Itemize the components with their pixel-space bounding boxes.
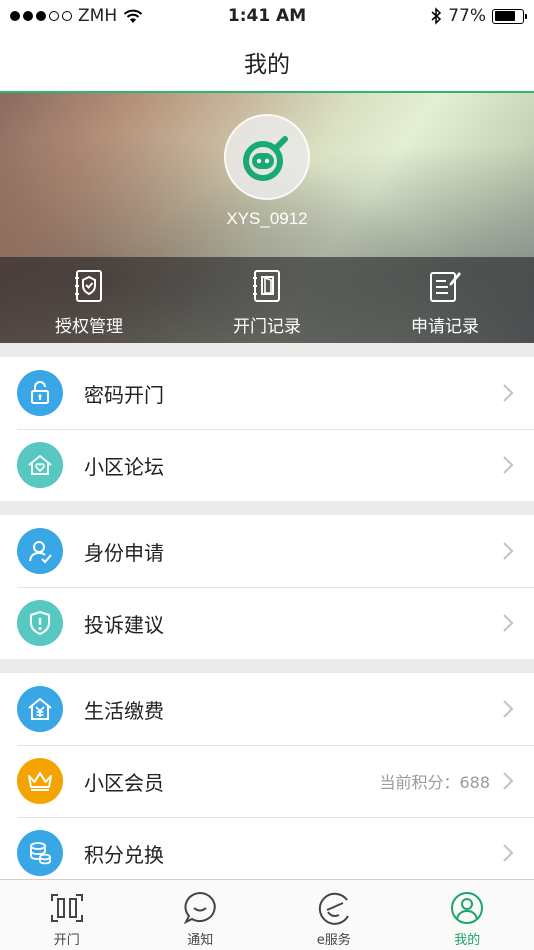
chevron-right-icon: [503, 384, 514, 402]
menu-group: 生活缴费 小区会员 当前积分：688 积分兑换: [0, 673, 534, 879]
chat-bubble-icon: [182, 890, 218, 926]
scan-door-icon: [49, 890, 85, 926]
menu-item-password-door[interactable]: 密码开门: [0, 357, 534, 429]
quick-action-label: 申请记录: [411, 317, 479, 337]
menu-item-membership[interactable]: 小区会员 当前积分：688: [0, 745, 534, 817]
menu-item-identity-apply[interactable]: 身份申请: [0, 515, 534, 587]
avatar[interactable]: [224, 114, 310, 200]
chevron-right-icon: [503, 456, 514, 474]
menu-item-label: 积分兑换: [84, 842, 164, 867]
menu-group: 密码开门 小区论坛: [0, 357, 534, 501]
status-right: 77%: [324, 6, 527, 26]
home-heart-icon: [17, 442, 63, 488]
quick-action-door-record[interactable]: 开门记录: [178, 257, 356, 343]
tab-e-service[interactable]: e服务: [267, 880, 401, 950]
battery-percent: 77%: [448, 6, 486, 26]
shield-alert-icon: [17, 600, 63, 646]
menu-item-points-exchange[interactable]: 积分兑换: [0, 817, 534, 879]
user-check-icon: [17, 528, 63, 574]
carrier-name: ZMH: [78, 6, 118, 26]
chevron-right-icon: [503, 772, 514, 790]
menu-group: 身份申请 投诉建议: [0, 515, 534, 659]
points-balance: 当前积分：688: [379, 773, 490, 792]
page-title: 我的: [244, 51, 290, 78]
menu-item-label: 小区论坛: [84, 454, 164, 479]
status-bar: ZMH 1:41 AM 77%: [0, 0, 534, 32]
quick-action-label: 授权管理: [55, 317, 123, 337]
username: XYS_0912: [226, 209, 308, 228]
key-logo-icon: [243, 136, 288, 181]
wifi-icon: [123, 9, 143, 23]
crown-icon: [17, 758, 63, 804]
auth-manage-icon: [71, 268, 107, 304]
quick-action-label: 开门记录: [233, 317, 301, 337]
bluetooth-icon: [431, 7, 442, 25]
menu-item-complaint[interactable]: 投诉建议: [0, 587, 534, 659]
battery-icon: [492, 8, 527, 24]
lock-open-icon: [17, 370, 63, 416]
tab-label: 通知: [187, 933, 214, 948]
quick-action-apply-record[interactable]: 申请记录: [356, 257, 534, 343]
house-yen-icon: [17, 686, 63, 732]
status-left: ZMH: [10, 6, 210, 26]
chevron-right-icon: [503, 844, 514, 862]
menu-item-label: 密码开门: [84, 382, 164, 407]
e-service-icon: [316, 890, 352, 926]
apply-record-icon: [427, 268, 463, 304]
coins-icon: [17, 830, 63, 876]
user-profile-icon: [449, 890, 485, 926]
chevron-right-icon: [503, 542, 514, 560]
quick-actions: 授权管理 开门记录 申请记录: [0, 257, 534, 343]
status-time: 1:41 AM: [227, 6, 307, 26]
quick-action-auth-manage[interactable]: 授权管理: [0, 257, 178, 343]
tab-notifications[interactable]: 通知: [134, 880, 268, 950]
tab-label: 我的: [454, 933, 481, 948]
tab-label: e服务: [316, 933, 351, 948]
chevron-right-icon: [503, 614, 514, 632]
door-record-icon: [249, 268, 285, 304]
tab-open-door[interactable]: 开门: [0, 880, 134, 950]
menu-item-label: 身份申请: [84, 540, 164, 565]
menu-item-label: 投诉建议: [84, 612, 164, 637]
nav-bar: 我的: [0, 32, 534, 93]
tab-bar: 开门 通知 e服务 我的: [0, 879, 534, 950]
signal-strength-icon: [10, 11, 72, 21]
menu-item-label: 小区会员: [84, 770, 164, 795]
chevron-right-icon: [503, 700, 514, 718]
tab-mine[interactable]: 我的: [401, 880, 534, 950]
menu-item-life-payment[interactable]: 生活缴费: [0, 673, 534, 745]
profile-header: XYS_0912 授权管理 开门记录 申请记录: [0, 93, 534, 343]
menu-list: 密码开门 小区论坛 身份申请 投诉建议 生活缴费 小区会员 当前积分：688 积…: [0, 343, 534, 879]
menu-item-label: 生活缴费: [84, 698, 164, 723]
tab-label: 开门: [53, 933, 80, 948]
menu-item-forum[interactable]: 小区论坛: [0, 429, 534, 501]
